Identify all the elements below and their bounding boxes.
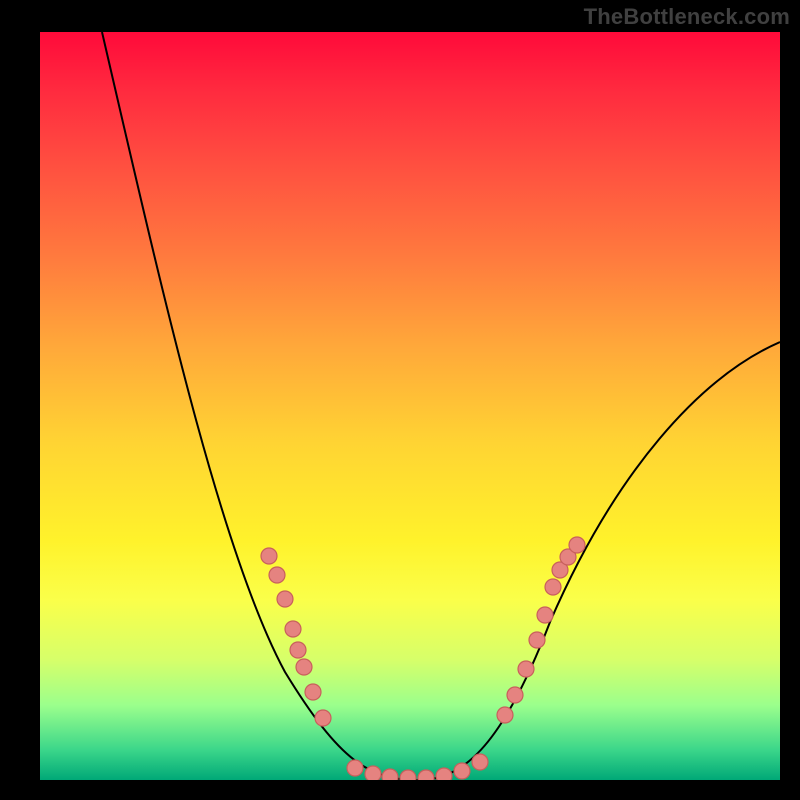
curve-dot [290, 642, 306, 658]
curve-dot [418, 770, 434, 780]
curve-dot [552, 562, 568, 578]
curve-dot [261, 548, 277, 564]
curve-svg [40, 32, 780, 780]
bottleneck-curve [102, 32, 780, 780]
curve-dot [529, 632, 545, 648]
curve-dot [365, 766, 381, 780]
curve-dot [472, 754, 488, 770]
curve-dot [545, 579, 561, 595]
curve-dot [285, 621, 301, 637]
curve-dot [537, 607, 553, 623]
curve-dot [507, 687, 523, 703]
curve-dot [382, 769, 398, 780]
curve-dot [560, 549, 576, 565]
watermark-text: TheBottleneck.com [584, 4, 790, 30]
chart-frame: TheBottleneck.com [0, 0, 800, 800]
curve-dot [315, 710, 331, 726]
curve-dot [296, 659, 312, 675]
curve-dot [400, 770, 416, 780]
curve-dot [305, 684, 321, 700]
curve-dot [436, 768, 452, 780]
curve-dot [347, 760, 363, 776]
curve-dot [454, 763, 470, 779]
curve-dot [569, 537, 585, 553]
plot-area [40, 32, 780, 780]
curve-dot [518, 661, 534, 677]
curve-dot [497, 707, 513, 723]
curve-dot [269, 567, 285, 583]
curve-dot [277, 591, 293, 607]
